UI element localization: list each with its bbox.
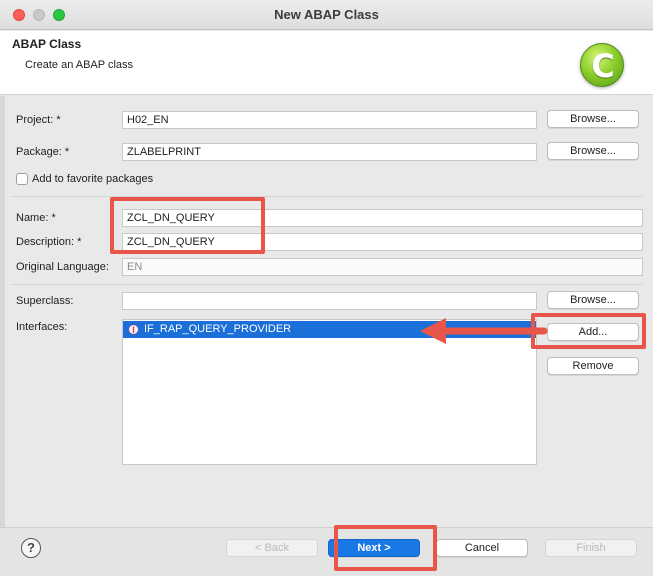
separator [12,196,643,197]
package-label: Package: * [16,146,70,158]
add-to-favorites-checkbox[interactable] [16,173,28,185]
package-browse-button[interactable]: Browse... [547,142,639,160]
project-browse-button[interactable]: Browse... [547,110,639,128]
project-field[interactable]: H02_EN [122,111,537,129]
interfaces-list[interactable]: I IF_RAP_QUERY_PROVIDER [122,319,537,465]
background-window-edge [0,96,5,527]
list-item[interactable]: I IF_RAP_QUERY_PROVIDER [123,321,536,338]
next-button[interactable]: Next > [328,539,420,557]
help-icon[interactable]: ? [21,538,41,558]
superclass-label: Superclass: [16,295,74,307]
wizard-header: ABAP Class Create an ABAP class C [0,31,653,95]
interface-icon-letter: I [132,325,135,335]
description-field[interactable]: ZCL_DN_QUERY [122,233,643,251]
remove-interface-button[interactable]: Remove [547,357,639,375]
back-button[interactable]: < Back [226,539,318,557]
interface-icon: I [128,324,139,335]
interfaces-label: Interfaces: [16,321,68,333]
add-to-favorites-label: Add to favorite packages [32,173,154,185]
description-label: Description: * [16,236,82,248]
superclass-field[interactable] [122,292,537,310]
add-interface-button[interactable]: Add... [547,323,639,341]
separator [12,284,643,285]
logo-letter: C [591,47,615,85]
interface-name: IF_RAP_QUERY_PROVIDER [144,323,292,335]
name-field[interactable]: ZCL_DN_QUERY [122,209,643,227]
finish-button[interactable]: Finish [545,539,637,557]
package-field[interactable]: ZLABELPRINT [122,143,537,161]
abap-class-c-icon: C [580,43,624,87]
wizard-page-description: Create an ABAP class [25,59,134,71]
project-label: Project: * [16,114,61,126]
name-label: Name: * [16,212,56,224]
original-language-label: Original Language: [16,261,109,273]
wizard-page-title: ABAP Class [12,37,82,51]
title-bar: New ABAP Class [0,0,653,30]
original-language-field: EN [122,258,643,276]
cancel-button[interactable]: Cancel [436,539,528,557]
superclass-browse-button[interactable]: Browse... [547,291,639,309]
window-title: New ABAP Class [274,7,379,22]
